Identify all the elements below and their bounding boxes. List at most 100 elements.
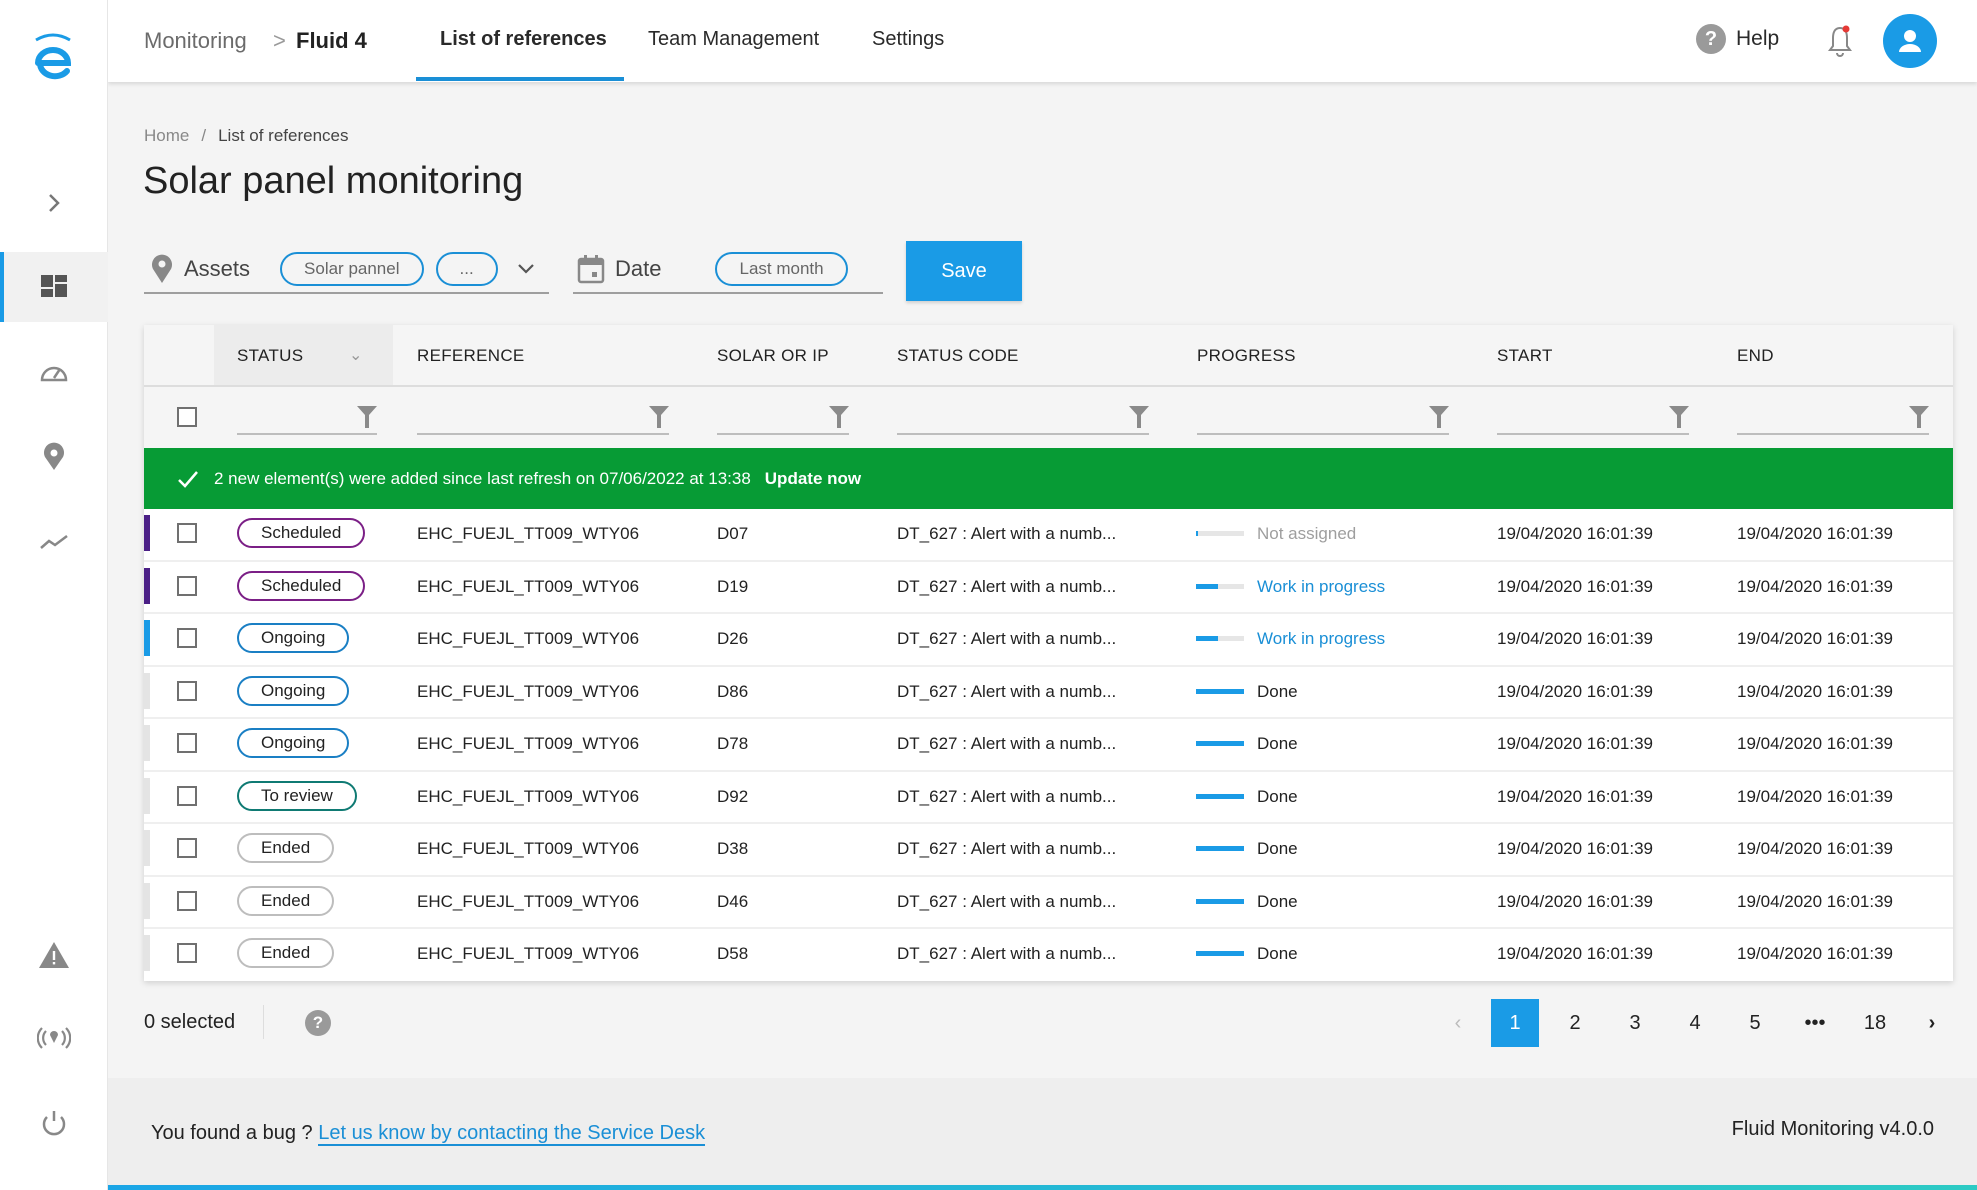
power-icon xyxy=(42,1111,66,1136)
progress-bar xyxy=(1196,583,1244,589)
row-checkbox[interactable] xyxy=(177,785,197,806)
date-filter[interactable]: Date Last month xyxy=(573,246,883,294)
app-name-link[interactable]: Monitoring xyxy=(144,28,247,54)
end-filter-input[interactable] xyxy=(1737,399,1929,435)
progress-bar xyxy=(1196,636,1244,641)
help-button[interactable]: ? Help xyxy=(1696,24,1779,54)
end-cell: 19/04/2020 16:01:39 xyxy=(1737,681,1893,701)
tab-settings[interactable]: Settings xyxy=(872,28,944,51)
start-filter-input[interactable] xyxy=(1497,399,1689,435)
table-row[interactable]: Ended EHC_FUEJL_TT009_WTY06 D38 DT_627 :… xyxy=(144,824,1953,877)
filter-icon[interactable] xyxy=(1429,406,1449,428)
row-checkbox[interactable] xyxy=(177,523,197,543)
pagination-page-2[interactable]: 2 xyxy=(1551,999,1599,1047)
tab-list-of-references[interactable]: List of references xyxy=(440,28,607,51)
progress-filter-input[interactable] xyxy=(1197,399,1449,435)
pagination-page-18[interactable]: 18 xyxy=(1851,999,1899,1047)
pagination-next[interactable]: › xyxy=(1908,999,1956,1047)
status-badge: Ongoing xyxy=(237,728,350,758)
table-row[interactable]: Ended EHC_FUEJL_TT009_WTY06 D46 DT_627 :… xyxy=(144,877,1953,929)
row-status-accent xyxy=(144,935,150,971)
bug-text: You found a bug ? xyxy=(151,1122,313,1144)
date-chip-last-month[interactable]: Last month xyxy=(715,252,848,286)
column-header-status[interactable]: STATUS xyxy=(237,346,303,366)
solar-filter-input[interactable] xyxy=(717,399,849,435)
question-circle-icon: ? xyxy=(1696,24,1726,54)
tab-team-management[interactable]: Team Management xyxy=(648,28,819,51)
breadcrumb: Home / List of references xyxy=(144,126,349,146)
bell-icon[interactable] xyxy=(1824,24,1856,58)
start-cell: 19/04/2020 16:01:39 xyxy=(1497,891,1653,911)
sidebar-item-alerts[interactable] xyxy=(0,920,108,990)
column-header-solar-or-ip[interactable]: SOLAR OR IP xyxy=(717,346,829,366)
table-row[interactable]: Ongoing EHC_FUEJL_TT009_WTY06 D78 DT_627… xyxy=(144,719,1953,772)
select-all-checkbox[interactable] xyxy=(177,407,197,427)
table-row[interactable]: Ongoing EHC_FUEJL_TT009_WTY06 D26 DT_627… xyxy=(144,614,1953,667)
pagination-prev[interactable]: ‹ xyxy=(1434,999,1482,1047)
update-now-link[interactable]: Update now xyxy=(765,469,861,489)
filter-icon[interactable] xyxy=(357,406,377,428)
row-status-accent xyxy=(144,882,150,919)
column-header-status-code[interactable]: STATUS CODE xyxy=(897,346,1019,366)
progress-bar-fill xyxy=(1196,531,1198,536)
new-elements-banner: 2 new element(s) were added since last r… xyxy=(144,448,1953,509)
filter-icon[interactable] xyxy=(829,406,849,428)
table-row[interactable]: Scheduled EHC_FUEJL_TT009_WTY06 D19 DT_6… xyxy=(144,562,1953,614)
table-row[interactable]: Ended EHC_FUEJL_TT009_WTY06 D58 DT_627 :… xyxy=(144,929,1953,982)
status-code-cell: DT_627 : Alert with a numb... xyxy=(897,629,1117,648)
row-checkbox[interactable] xyxy=(177,838,197,858)
column-header-progress[interactable]: PROGRESS xyxy=(1197,346,1296,366)
status-code-filter-input[interactable] xyxy=(897,399,1149,435)
question-circle-icon[interactable]: ? xyxy=(305,1010,331,1036)
chevron-down-icon[interactable]: ⌄ xyxy=(349,345,362,365)
assets-filter[interactable]: Assets Solar pannel ... xyxy=(144,246,549,294)
pagination-page-1[interactable]: 1 xyxy=(1491,999,1539,1047)
status-code-cell: DT_627 : Alert with a numb... xyxy=(897,524,1117,543)
user-avatar[interactable] xyxy=(1883,14,1937,68)
progress-label: Done xyxy=(1257,786,1298,806)
column-header-start[interactable]: START xyxy=(1497,346,1553,366)
row-checkbox[interactable] xyxy=(177,733,197,753)
filter-icon[interactable] xyxy=(1669,406,1689,428)
asset-chip-solar-pannel[interactable]: Solar pannel xyxy=(280,252,424,286)
table-row[interactable]: Ongoing EHC_FUEJL_TT009_WTY06 D86 DT_627… xyxy=(144,667,1953,719)
e-logo-icon[interactable] xyxy=(30,30,76,82)
filter-icon[interactable] xyxy=(1129,406,1149,428)
reference-filter-input[interactable] xyxy=(417,399,669,435)
service-desk-link[interactable]: Let us know by contacting the Service De… xyxy=(318,1122,706,1146)
filter-icon[interactable] xyxy=(649,406,669,428)
sidebar-expand-button[interactable] xyxy=(0,168,108,238)
sidebar-item-map[interactable] xyxy=(0,422,108,492)
breadcrumb-home[interactable]: Home xyxy=(144,126,189,146)
progress-bar xyxy=(1196,741,1244,746)
pagination-ellipsis[interactable]: ••• xyxy=(1791,999,1839,1047)
start-cell: 19/04/2020 16:01:39 xyxy=(1497,576,1653,596)
table-row[interactable]: To review EHC_FUEJL_TT009_WTY06 D92 DT_6… xyxy=(144,772,1953,824)
sidebar-item-analytics[interactable] xyxy=(0,506,108,576)
pagination-page-3[interactable]: 3 xyxy=(1611,999,1659,1047)
row-checkbox[interactable] xyxy=(177,575,197,596)
sidebar-item-performance[interactable] xyxy=(0,338,108,408)
sidebar-item-logout[interactable] xyxy=(0,1087,108,1157)
progress-bar-fill xyxy=(1196,793,1244,799)
footer-bug-report: You found a bug ? Let us know by contact… xyxy=(151,1122,706,1146)
row-checkbox[interactable] xyxy=(177,943,197,963)
pagination-page-4[interactable]: 4 xyxy=(1671,999,1719,1047)
row-checkbox[interactable] xyxy=(177,680,197,701)
pagination-page-5[interactable]: 5 xyxy=(1731,999,1779,1047)
table-row[interactable]: Scheduled EHC_FUEJL_TT009_WTY06 D07 DT_6… xyxy=(144,509,1953,562)
row-checkbox[interactable] xyxy=(177,628,197,648)
sidebar-item-devices[interactable] xyxy=(0,1003,108,1073)
filter-icon[interactable] xyxy=(1909,406,1929,428)
save-button[interactable]: Save xyxy=(906,241,1022,301)
sidebar-item-dashboard[interactable] xyxy=(0,252,108,322)
chevron-down-icon[interactable] xyxy=(516,262,536,276)
column-header-end[interactable]: END xyxy=(1737,346,1774,366)
status-filter-input[interactable] xyxy=(237,399,377,435)
row-status-accent xyxy=(144,725,150,761)
asset-chip-more[interactable]: ... xyxy=(435,252,498,286)
row-checkbox[interactable] xyxy=(177,890,197,911)
row-status-accent xyxy=(144,515,150,551)
progress-label: Done xyxy=(1257,891,1298,911)
column-header-reference[interactable]: REFERENCE xyxy=(417,346,525,366)
